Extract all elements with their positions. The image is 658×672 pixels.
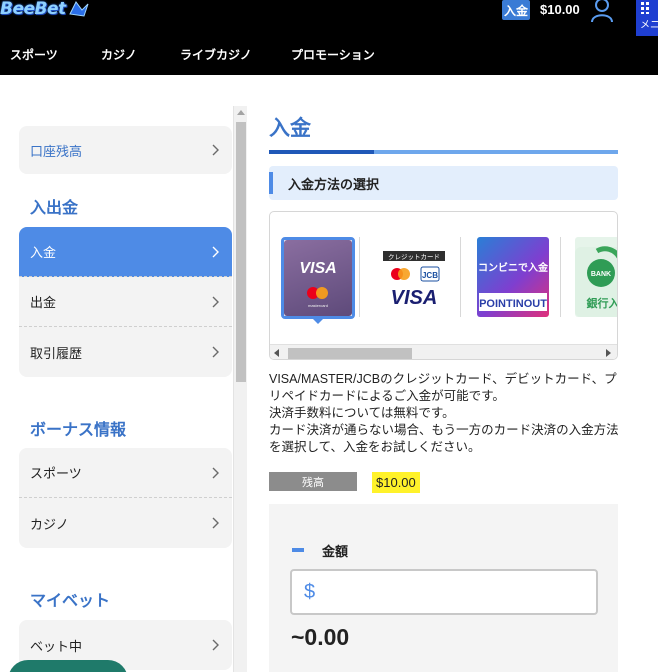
sidebar-item-label: スポーツ (30, 466, 82, 481)
page-title: 入金 (269, 117, 311, 140)
chevron-right-icon (212, 246, 219, 257)
visa-logo-text: VISA (391, 287, 438, 309)
bank-label: 銀行入 (587, 296, 619, 310)
payment-methods-carousel: VISA mastercard クレジットカード JCB VISA コンビニで入… (269, 211, 618, 360)
sidebar-item-bonus-sports[interactable]: スポーツ (19, 448, 232, 498)
chevron-right-icon (212, 517, 219, 529)
method-description: VISA/MASTER/JCBのクレジットカード、デビットカード、プリペイドカー… (269, 371, 619, 456)
sidebar-item-bonus-casino[interactable]: カジノ (19, 498, 232, 548)
nav-promotion[interactable]: プロモーション (291, 46, 375, 64)
sidebar-scrollbar[interactable] (233, 106, 247, 672)
carousel-scrollbar-thumb[interactable] (288, 348, 412, 359)
site-logo[interactable]: BeeBet (0, 0, 90, 24)
sidebar-item-label: 入金 (30, 245, 57, 260)
scroll-right-icon[interactable] (606, 349, 611, 357)
convenience-text: コンビニで入金 (478, 261, 549, 274)
scrollbar-thumb[interactable] (236, 122, 246, 382)
deposit-withdraw-group: 入金 出金 取引履歴 (19, 227, 232, 377)
visa-text: VISA (299, 260, 336, 277)
header-deposit-button[interactable]: 入金 (502, 0, 530, 20)
logo-badge-icon (68, 0, 90, 18)
section-title-mybet: マイベット (30, 593, 111, 610)
method-credit-card[interactable]: クレジットカード JCB VISA (379, 237, 449, 317)
balance-value: $10.00 (372, 472, 420, 493)
sidebar-item-label: 口座残高 (30, 143, 83, 159)
method-section-header: 入金方法の選択 (269, 166, 618, 200)
method-bank-transfer[interactable]: BANK 銀行入 (575, 237, 619, 317)
description-line: VISA/MASTER/JCBのクレジットカード、デビットカード、プリペイドカー… (269, 372, 617, 403)
user-icon[interactable] (590, 0, 614, 23)
approx-amount: ~0.00 (291, 624, 350, 650)
description-line: 決済手数料については無料です。 (269, 406, 455, 420)
amount-field-wrapper[interactable]: $ (290, 569, 598, 615)
amount-label: 金額 (322, 544, 349, 559)
nav-casino[interactable]: カジノ (101, 46, 137, 64)
title-underline (269, 150, 618, 154)
method-convenience-store[interactable]: コンビニで入金 POINTINOUT (477, 237, 549, 317)
amount-panel: 金額 $ ~0.00 (269, 504, 618, 672)
grid-menu-icon (641, 2, 649, 14)
sidebar-item-label: 出金 (30, 295, 57, 310)
sidebar-item-label: カジノ (30, 516, 69, 532)
jcb-text: JCB (422, 271, 438, 280)
method-visa-mastercard[interactable]: VISA mastercard (284, 240, 352, 316)
nav-live-casino[interactable]: ライブカジノ (180, 46, 252, 64)
bank-text: BANK (591, 271, 611, 278)
chevron-right-icon (212, 639, 219, 651)
amount-input[interactable] (319, 583, 596, 601)
pointinout-text: POINTINOUT (479, 298, 547, 310)
chevron-right-icon (212, 296, 219, 307)
chevron-right-icon (212, 346, 219, 358)
chat-button[interactable] (8, 660, 128, 672)
scroll-up-icon[interactable] (237, 110, 245, 115)
sidebar-item-withdraw[interactable]: 出金 (19, 277, 232, 327)
sidebar-item-transaction-history[interactable]: 取引履歴 (19, 327, 232, 377)
amount-dash-icon (292, 548, 304, 552)
sidebar-item-label: 取引履歴 (30, 345, 83, 361)
currency-symbol: $ (304, 580, 316, 603)
section-title-bonus: ボーナス情報 (30, 422, 127, 439)
menu-label: メニュー (640, 20, 658, 31)
header-balance: $10.00 (540, 2, 580, 17)
section-title-deposit-withdraw: 入出金 (30, 200, 79, 217)
credit-card-label: クレジットカード (388, 253, 440, 261)
menu-button[interactable]: メニュー (636, 0, 658, 36)
description-line: カード決済が通らない場合、もう一方のカード決済の入金方法を選択して、入金をお試し… (269, 423, 619, 454)
chevron-right-icon (212, 144, 219, 156)
balance-label: 残高 (269, 472, 357, 491)
sidebar-item-deposit[interactable]: 入金 (19, 227, 232, 277)
method-section-title: 入金方法の選択 (288, 176, 380, 192)
account-balance-group: 口座残高 (19, 126, 232, 174)
top-header: BeeBet 入金 $10.00 メニュー スポーツ カジノ ライブカジノ プロ… (0, 0, 658, 75)
sidebar-item-account-balance[interactable]: 口座残高 (19, 126, 232, 174)
scroll-left-icon[interactable] (274, 349, 279, 357)
mastercard-text: mastercard (308, 303, 328, 308)
chevron-right-icon (212, 467, 219, 478)
bonus-group: スポーツ カジノ (19, 448, 232, 548)
carousel-scrollbar[interactable] (270, 344, 617, 359)
sidebar-item-label: ベット中 (30, 638, 83, 654)
nav-sports[interactable]: スポーツ (10, 46, 58, 64)
logo-text: BeeBet (0, 0, 66, 19)
selected-pointer-icon (310, 316, 326, 324)
